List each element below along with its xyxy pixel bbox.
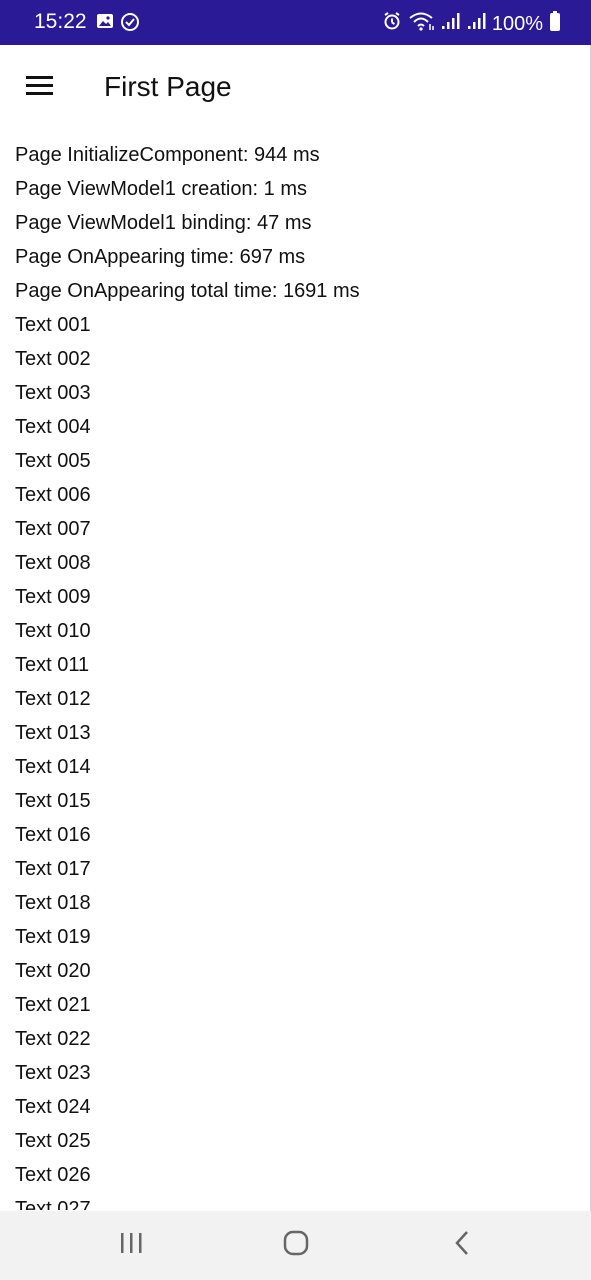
status-right-icons: 100% [382, 10, 561, 37]
list-item: Text 025 [15, 1130, 91, 1152]
list-item: Text 003 [15, 382, 91, 404]
list-item: Text 026 [15, 1164, 91, 1186]
recent-apps-icon [118, 1231, 144, 1260]
list-item: Text 011 [15, 654, 90, 676]
home-button[interactable] [266, 1225, 326, 1265]
list-item: Text 013 [15, 722, 91, 744]
list-item: Text 016 [15, 824, 91, 846]
signal-icon [440, 11, 460, 36]
status-time: 15:22 [34, 10, 87, 33]
list-item: Text 004 [15, 416, 91, 438]
metric-onappearing-total: Page OnAppearing total time: 1691 ms [15, 280, 360, 302]
wifi-icon [408, 11, 434, 36]
metric-viewmodel-binding: Page ViewModel1 binding: 47 ms [15, 212, 312, 234]
metric-initialize-component: Page InitializeComponent: 944 ms [15, 144, 320, 166]
list-item: Text 006 [15, 484, 91, 506]
image-icon [96, 12, 114, 37]
metric-onappearing-time: Page OnAppearing time: 697 ms [15, 246, 306, 268]
list-item: Text 015 [15, 790, 91, 812]
list-item: Text 001 [15, 314, 91, 336]
battery-percentage: 100% [491, 12, 543, 35]
list-item: Text 019 [15, 926, 91, 948]
back-icon [452, 1229, 472, 1262]
list-item: Text 012 [15, 688, 91, 710]
hamburger-menu-button[interactable] [18, 67, 62, 107]
list-item: Text 021 [15, 994, 91, 1016]
battery-icon [549, 10, 561, 37]
list-item: Text 005 [15, 450, 91, 472]
list-item: Text 023 [15, 1062, 91, 1084]
check-circle-icon [120, 12, 140, 37]
list-item: Text 022 [15, 1028, 91, 1050]
list-item: Text 010 [15, 620, 91, 642]
metric-viewmodel-creation: Page ViewModel1 creation: 1 ms [15, 178, 308, 200]
list-item: Text 027 [15, 1198, 91, 1210]
status-left-icons [96, 12, 140, 37]
back-button[interactable] [432, 1225, 492, 1265]
list-item: Text 020 [15, 960, 91, 982]
signal-icon [466, 11, 486, 36]
list-item: Text 017 [15, 858, 91, 880]
list-item: Text 002 [15, 348, 91, 370]
status-bar: 15:22 100% [0, 0, 591, 45]
content-list: Page InitializeComponent: 944 ms Page Vi… [15, 138, 575, 1210]
list-item: Text 014 [15, 756, 91, 778]
list-item: Text 018 [15, 892, 91, 914]
alarm-icon [382, 11, 402, 36]
list-item: Text 007 [15, 518, 91, 540]
recent-apps-button[interactable] [101, 1225, 161, 1265]
list-item: Text 009 [15, 586, 91, 608]
system-navigation-bar [0, 1211, 591, 1280]
page-title: First Page [104, 71, 232, 102]
hamburger-menu-icon [25, 74, 55, 101]
list-item: Text 008 [15, 552, 91, 574]
app-bar: First Page [0, 45, 591, 131]
home-icon [282, 1229, 310, 1262]
list-item: Text 024 [15, 1096, 91, 1118]
